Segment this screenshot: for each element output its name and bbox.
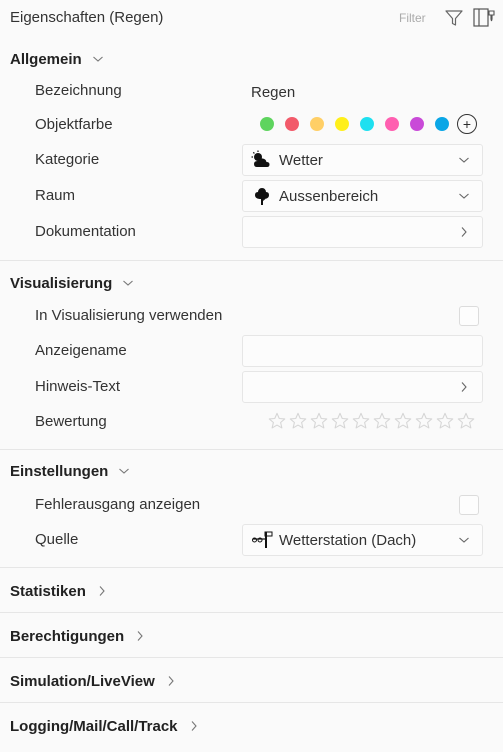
label-kategorie: Kategorie xyxy=(35,151,100,168)
chevron-down-icon xyxy=(119,468,130,474)
label-bezeichnung: Bezeichnung xyxy=(35,82,122,99)
section-simulation[interactable]: Simulation/LiveView xyxy=(10,670,177,692)
raum-value: Aussenbereich xyxy=(279,187,379,205)
section-visualisierung-title: Visualisierung xyxy=(10,274,113,292)
rating-stars[interactable] xyxy=(268,412,475,430)
section-allgemein[interactable]: Allgemein xyxy=(10,48,104,70)
section-einstellungen-title: Einstellungen xyxy=(10,462,109,480)
chevron-right-icon xyxy=(461,227,467,237)
in-visualisierung-checkbox[interactable] xyxy=(459,306,479,326)
star-icon[interactable] xyxy=(415,412,433,430)
hinweis-text-field[interactable] xyxy=(242,371,483,403)
section-berechtigungen[interactable]: Berechtigungen xyxy=(10,625,146,647)
section-einstellungen[interactable]: Einstellungen xyxy=(10,460,130,482)
dokumentation-field[interactable] xyxy=(242,216,483,248)
panel-header: Eigenschaften (Regen) Filter xyxy=(0,0,503,38)
color-swatch[interactable] xyxy=(335,117,349,131)
divider xyxy=(0,567,503,568)
color-swatch[interactable] xyxy=(385,117,399,131)
divider xyxy=(0,657,503,658)
divider xyxy=(0,612,503,613)
chevron-right-icon xyxy=(168,676,174,686)
chevron-right-icon xyxy=(191,721,197,731)
kategorie-value: Wetter xyxy=(279,151,323,169)
value-bezeichnung[interactable]: Regen xyxy=(251,84,295,101)
chevron-down-icon xyxy=(459,193,469,199)
label-objektfarbe: Objektfarbe xyxy=(35,116,113,133)
add-color-icon[interactable]: + xyxy=(457,114,477,134)
chevron-down-icon xyxy=(459,157,469,163)
raum-select[interactable]: Aussenbereich xyxy=(242,180,483,212)
label-hinweis-text: Hinweis-Text xyxy=(35,378,121,395)
section-allgemein-title: Allgemein xyxy=(10,50,82,68)
star-icon[interactable] xyxy=(289,412,307,430)
label-quelle: Quelle xyxy=(35,531,79,548)
anzeigename-input[interactable] xyxy=(242,335,483,367)
label-dokumentation: Dokumentation xyxy=(35,223,136,240)
star-icon[interactable] xyxy=(352,412,370,430)
label-in-visualisierung: In Visualisierung verwenden xyxy=(35,307,223,324)
star-icon[interactable] xyxy=(457,412,475,430)
section-visualisierung[interactable]: Visualisierung xyxy=(10,272,134,294)
section-statistiken-title: Statistiken xyxy=(10,582,86,600)
color-swatch[interactable] xyxy=(360,117,374,131)
star-icon[interactable] xyxy=(394,412,412,430)
label-raum: Raum xyxy=(35,187,76,204)
color-swatch[interactable] xyxy=(410,117,424,131)
star-icon[interactable] xyxy=(310,412,328,430)
chevron-down-icon xyxy=(459,537,469,543)
tree-icon xyxy=(255,188,269,205)
color-swatch[interactable] xyxy=(310,117,324,131)
color-swatch[interactable] xyxy=(285,117,299,131)
quelle-value: Wetterstation (Dach) xyxy=(279,531,417,549)
star-icon[interactable] xyxy=(436,412,454,430)
star-icon[interactable] xyxy=(268,412,286,430)
divider xyxy=(0,260,503,261)
kategorie-select[interactable]: Wetter xyxy=(242,144,483,176)
chevron-down-icon xyxy=(92,56,103,62)
section-logging-title: Logging/Mail/Call/Track xyxy=(10,717,178,735)
filter-icon[interactable] xyxy=(444,8,464,28)
panel-title: Eigenschaften (Regen) xyxy=(10,9,164,26)
quelle-select[interactable]: Wetterstation (Dach) xyxy=(242,524,483,556)
fehlerausgang-checkbox[interactable] xyxy=(459,495,479,515)
filter-label[interactable]: Filter xyxy=(399,11,426,25)
pin-panel-icon[interactable] xyxy=(472,7,496,29)
chevron-right-icon xyxy=(461,382,467,392)
color-swatch[interactable] xyxy=(260,117,274,131)
weather-cloud-sun-icon xyxy=(251,150,270,167)
weather-station-icon xyxy=(252,531,273,548)
divider xyxy=(0,702,503,703)
section-logging[interactable]: Logging/Mail/Call/Track xyxy=(10,715,200,737)
chevron-right-icon xyxy=(99,586,105,596)
divider xyxy=(0,449,503,450)
color-swatch[interactable] xyxy=(435,117,449,131)
section-berechtigungen-title: Berechtigungen xyxy=(10,627,125,645)
section-simulation-title: Simulation/LiveView xyxy=(10,672,155,690)
label-fehlerausgang: Fehlerausgang anzeigen xyxy=(35,496,201,513)
section-statistiken[interactable]: Statistiken xyxy=(10,580,108,602)
star-icon[interactable] xyxy=(331,412,349,430)
chevron-right-icon xyxy=(137,631,143,641)
label-bewertung: Bewertung xyxy=(35,413,107,430)
chevron-down-icon xyxy=(123,280,134,286)
label-anzeigename: Anzeigename xyxy=(35,342,127,359)
star-icon[interactable] xyxy=(373,412,391,430)
